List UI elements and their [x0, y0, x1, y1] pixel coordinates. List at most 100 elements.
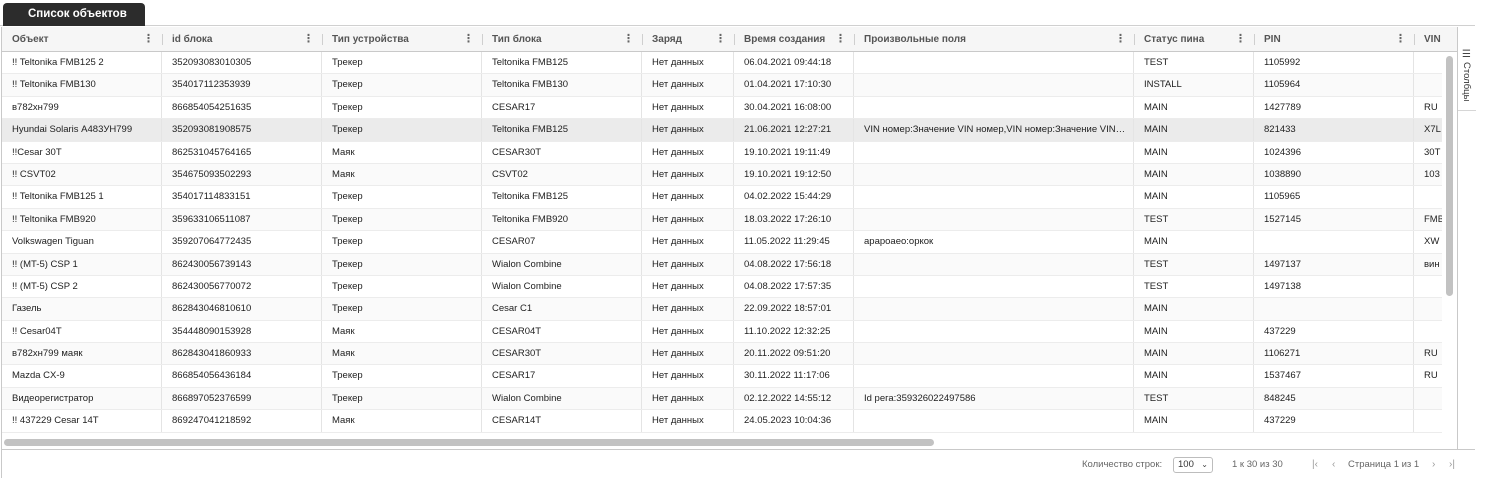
- cell-object: !! Cesar04T: [2, 320, 162, 343]
- cell-pin-status: MAIN: [1134, 141, 1254, 163]
- cell-charge: Нет данных: [642, 253, 734, 275]
- table-row[interactable]: !! 437229 Cesar 14T 869247041218592 Маяк CE…: [2, 410, 1442, 433]
- cell-custom-fields: [854, 320, 1134, 343]
- vertical-scrollbar-thumb[interactable]: [1446, 56, 1453, 296]
- tab-object-list[interactable]: Список объектов: [3, 3, 145, 26]
- column-header-label: VIN: [1424, 34, 1441, 45]
- cell-created-time: 11.10.2022 12:32:25: [734, 320, 854, 343]
- table-row[interactable]: Mazda CX-9 866854056436184 Трекер CESAR17 Не…: [2, 365, 1442, 388]
- cell-block-id: 352093083010305: [162, 52, 322, 74]
- horizontal-scrollbar-thumb[interactable]: [4, 439, 934, 446]
- cell-charge: Нет данных: [642, 320, 734, 343]
- column-header-pin-status[interactable]: Статус пина ⋮: [1134, 27, 1254, 51]
- column-header-device-type[interactable]: Тип устройства ⋮: [322, 27, 482, 51]
- cell-block-type: CESAR30T: [482, 343, 642, 365]
- cell-device-type: Трекер: [322, 208, 482, 231]
- table-row[interactable]: !! Teltonika FMB125 2 352093083010305 Трек…: [2, 52, 1442, 75]
- cell-vin: X7L: [1414, 119, 1442, 140]
- cell-pin-status: MAIN: [1134, 298, 1254, 320]
- cell-vin: RU: [1414, 343, 1442, 364]
- vertical-dots-icon[interactable]: ⋮: [1235, 27, 1246, 51]
- cell-block-type: CESAR17: [482, 365, 642, 387]
- cell-pin-status: MAIN: [1134, 119, 1254, 141]
- cell-block-type: Teltonika FMB125: [482, 119, 642, 141]
- column-header-charge[interactable]: Заряд ⋮: [642, 27, 734, 51]
- cell-block-id: 866854054251635: [162, 96, 322, 119]
- table-row[interactable]: !! (MT-5) CSP 2 862430056770072 Трекер Wial…: [2, 275, 1442, 299]
- column-header-block-type[interactable]: Тип блока ⋮: [482, 27, 642, 51]
- cell-block-type: Teltonika FMB125: [482, 186, 642, 208]
- vertical-dots-icon[interactable]: ⋮: [463, 27, 474, 51]
- cell-pin: 1497137: [1254, 253, 1414, 275]
- table-row[interactable]: в782хн799 866854054251635 Трекер CESAR17 Нет…: [2, 96, 1442, 120]
- cell-custom-fields: [854, 96, 1134, 119]
- column-header-object[interactable]: Объект ⋮: [2, 27, 162, 51]
- vertical-dots-icon[interactable]: ⋮: [835, 27, 846, 51]
- columns-panel-label: Столбцы: [1461, 62, 1472, 102]
- rows-per-page-select[interactable]: 100 ⌄: [1173, 457, 1213, 473]
- cell-device-type: Трекер: [322, 74, 482, 96]
- cell-pin-status: MAIN: [1134, 186, 1254, 208]
- table-row[interactable]: !! (MT-5) CSP 1 862430056739143 Трекер Wial…: [2, 253, 1442, 276]
- column-header-created-time[interactable]: Время создания ⋮: [734, 27, 854, 51]
- cell-vin: [1414, 74, 1442, 95]
- table-row[interactable]: !! Teltonika FMB125 1 354017114833151 Трек…: [2, 186, 1442, 209]
- cell-charge: Нет данных: [642, 74, 734, 96]
- column-header-label: PIN: [1264, 34, 1281, 45]
- next-page-icon[interactable]: ›: [1432, 450, 1435, 479]
- cell-pin: 1024396: [1254, 141, 1414, 163]
- cell-created-time: 01.04.2021 17:10:30: [734, 74, 854, 96]
- cell-pin: 1427789: [1254, 96, 1414, 119]
- vertical-dots-icon[interactable]: ⋮: [143, 27, 154, 51]
- columns-panel-button[interactable]: ☰ Столбцы: [1458, 45, 1476, 111]
- cell-custom-fields: Id рега:359326022497586: [854, 387, 1134, 410]
- cell-pin: 1497138: [1254, 275, 1414, 298]
- table-row[interactable]: Видеорегистратор 866897052376599 Трекер Wia…: [2, 387, 1442, 411]
- cell-vin: [1414, 276, 1442, 297]
- cell-created-time: 04.08.2022 17:57:35: [734, 275, 854, 298]
- table-row[interactable]: Hyundai Solaris А483УН799 352093081908575…: [2, 119, 1442, 142]
- vertical-scrollbar[interactable]: [1442, 52, 1457, 436]
- cell-custom-fields: [854, 410, 1134, 432]
- cell-vin: вин: [1414, 254, 1442, 275]
- column-header-pin[interactable]: PIN ⋮: [1254, 27, 1414, 51]
- cell-device-type: Трекер: [322, 275, 482, 298]
- table-row[interactable]: !! CSVT02 354675093502293 Маяк CSVT02 Нет да…: [2, 163, 1442, 187]
- cell-device-type: Трекер: [322, 186, 482, 208]
- table-row[interactable]: Газель 862843046810610 Трекер Cesar C1 Нет д…: [2, 298, 1442, 321]
- cell-object: !! CSVT02: [2, 163, 162, 186]
- column-header-custom-fields[interactable]: Произвольные поля ⋮: [854, 27, 1134, 51]
- cell-pin-status: MAIN: [1134, 163, 1254, 186]
- cell-device-type: Трекер: [322, 52, 482, 74]
- horizontal-scrollbar[interactable]: [2, 436, 1442, 449]
- cell-block-id: 354675093502293: [162, 163, 322, 186]
- column-header-block-id[interactable]: id блока ⋮: [162, 27, 322, 51]
- table-row[interactable]: в782хн799 маяк 862843041860933 Маяк CESAR30…: [2, 343, 1442, 366]
- table-row[interactable]: !! Cesar04T 354448090153928 Маяк CESAR04T Не…: [2, 320, 1442, 344]
- vertical-dots-icon[interactable]: ⋮: [1115, 27, 1126, 51]
- last-page-icon[interactable]: ›|: [1449, 450, 1455, 479]
- cell-created-time: 19.10.2021 19:12:50: [734, 163, 854, 186]
- first-page-icon[interactable]: |‹: [1312, 450, 1318, 479]
- cell-custom-fields: [854, 141, 1134, 163]
- vertical-dots-icon[interactable]: ⋮: [715, 27, 726, 51]
- prev-page-icon[interactable]: ‹: [1332, 450, 1335, 479]
- cell-pin: 1105965: [1254, 186, 1414, 208]
- cell-charge: Нет данных: [642, 343, 734, 365]
- cell-block-id: 359633106511087: [162, 208, 322, 231]
- cell-pin: 1105992: [1254, 52, 1414, 74]
- grid-footer: Количество строк: 100 ⌄ 1 к 30 из 30 |‹ …: [2, 449, 1475, 478]
- table-row[interactable]: !! Teltonika FMB920 359633106511087 Трекер…: [2, 208, 1442, 232]
- table-row[interactable]: !! Teltonika FMB130 354017112353939 Трекер…: [2, 74, 1442, 97]
- vertical-dots-icon[interactable]: ⋮: [303, 27, 314, 51]
- cell-device-type: Трекер: [322, 365, 482, 387]
- table-row[interactable]: !!Cesar 30T 862531045764165 Маяк CESAR30T Не…: [2, 141, 1442, 164]
- vertical-dots-icon[interactable]: ⋮: [623, 27, 634, 51]
- table-row[interactable]: Volkswagen Tiguan 359207064772435 Трекер CE…: [2, 231, 1442, 254]
- grid-header: Объект ⋮ id блока ⋮ Тип устройства ⋮ Тип блока…: [2, 27, 1457, 52]
- cell-pin: 1537467: [1254, 365, 1414, 387]
- cell-block-id: 862430056770072: [162, 275, 322, 298]
- vertical-dots-icon[interactable]: ⋮: [1395, 27, 1406, 51]
- cell-object: Volkswagen Tiguan: [2, 231, 162, 253]
- column-header-vin[interactable]: VIN: [1414, 27, 1454, 51]
